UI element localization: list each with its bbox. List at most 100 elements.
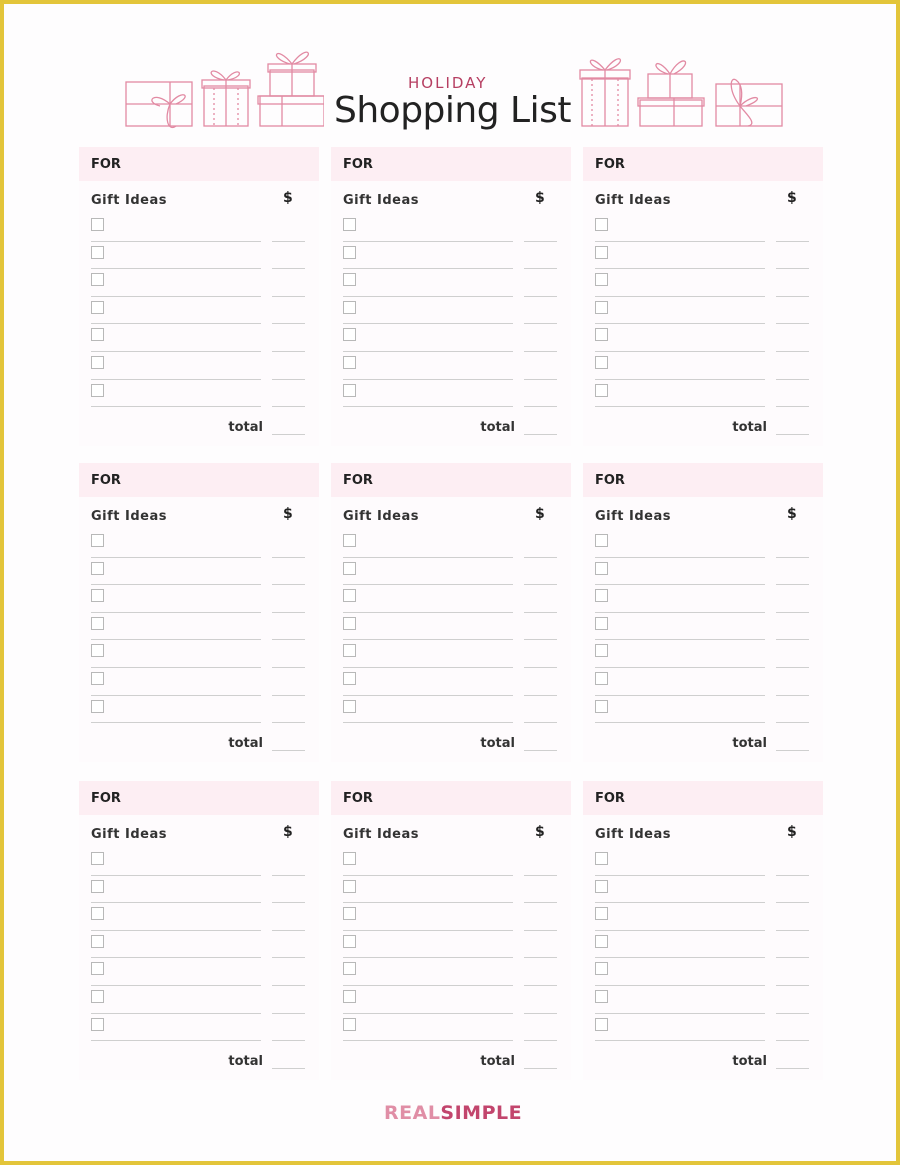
- total-line[interactable]: [524, 1068, 557, 1070]
- gift-idea-line[interactable]: [595, 323, 765, 325]
- gift-idea-line[interactable]: [91, 929, 261, 931]
- gift-checkbox[interactable]: [343, 245, 356, 259]
- gift-idea-line[interactable]: [343, 1040, 513, 1042]
- price-line[interactable]: [272, 666, 305, 668]
- gift-checkbox[interactable]: [343, 962, 356, 976]
- total-line[interactable]: [776, 750, 809, 752]
- gift-checkbox[interactable]: [91, 273, 104, 287]
- gift-idea-line[interactable]: [91, 406, 261, 408]
- gift-idea-line[interactable]: [343, 902, 513, 904]
- gift-idea-line[interactable]: [343, 929, 513, 931]
- price-line[interactable]: [776, 406, 809, 408]
- price-line[interactable]: [524, 722, 557, 724]
- gift-checkbox[interactable]: [91, 328, 104, 342]
- total-line[interactable]: [524, 750, 557, 752]
- price-line[interactable]: [272, 722, 305, 724]
- gift-checkbox[interactable]: [91, 671, 104, 685]
- gift-checkbox[interactable]: [343, 300, 356, 314]
- price-line[interactable]: [272, 323, 305, 325]
- gift-idea-line[interactable]: [343, 295, 513, 297]
- gift-checkbox[interactable]: [91, 852, 104, 865]
- price-line[interactable]: [272, 957, 305, 959]
- gift-checkbox[interactable]: [595, 355, 608, 369]
- price-line[interactable]: [272, 1040, 305, 1042]
- gift-idea-line[interactable]: [595, 957, 765, 959]
- gift-checkbox[interactable]: [595, 218, 608, 231]
- gift-checkbox[interactable]: [343, 355, 356, 369]
- gift-checkbox[interactable]: [595, 589, 608, 603]
- price-line[interactable]: [524, 556, 557, 558]
- gift-idea-line[interactable]: [343, 984, 513, 986]
- gift-checkbox[interactable]: [343, 907, 356, 921]
- gift-idea-line[interactable]: [343, 240, 513, 242]
- gift-idea-line[interactable]: [595, 406, 765, 408]
- price-line[interactable]: [776, 1040, 809, 1042]
- gift-idea-line[interactable]: [91, 323, 261, 325]
- price-line[interactable]: [524, 240, 557, 242]
- gift-checkbox[interactable]: [343, 1017, 356, 1031]
- gift-checkbox[interactable]: [595, 879, 608, 893]
- gift-checkbox[interactable]: [91, 616, 104, 630]
- price-line[interactable]: [524, 666, 557, 668]
- gift-idea-line[interactable]: [91, 240, 261, 242]
- gift-checkbox[interactable]: [343, 589, 356, 603]
- price-line[interactable]: [524, 584, 557, 586]
- gift-checkbox[interactable]: [91, 1017, 104, 1031]
- gift-idea-line[interactable]: [595, 378, 765, 380]
- gift-checkbox[interactable]: [595, 962, 608, 976]
- gift-idea-line[interactable]: [343, 666, 513, 668]
- price-line[interactable]: [776, 929, 809, 931]
- gift-idea-line[interactable]: [343, 611, 513, 613]
- gift-idea-line[interactable]: [343, 406, 513, 408]
- price-line[interactable]: [272, 406, 305, 408]
- gift-idea-line[interactable]: [595, 295, 765, 297]
- gift-checkbox[interactable]: [343, 671, 356, 685]
- for-recipient-field[interactable]: FOR: [583, 463, 823, 497]
- gift-idea-line[interactable]: [343, 1012, 513, 1014]
- price-line[interactable]: [524, 350, 557, 352]
- gift-checkbox[interactable]: [595, 383, 608, 397]
- price-line[interactable]: [524, 378, 557, 380]
- gift-checkbox[interactable]: [91, 534, 104, 547]
- gift-checkbox[interactable]: [343, 383, 356, 397]
- gift-checkbox[interactable]: [595, 273, 608, 287]
- price-line[interactable]: [776, 957, 809, 959]
- price-line[interactable]: [776, 874, 809, 876]
- price-line[interactable]: [776, 350, 809, 352]
- gift-idea-line[interactable]: [91, 957, 261, 959]
- gift-checkbox[interactable]: [595, 561, 608, 575]
- gift-idea-line[interactable]: [595, 639, 765, 641]
- price-line[interactable]: [776, 984, 809, 986]
- gift-checkbox[interactable]: [91, 245, 104, 259]
- gift-idea-line[interactable]: [91, 1012, 261, 1014]
- price-line[interactable]: [272, 556, 305, 558]
- for-recipient-field[interactable]: FOR: [331, 463, 571, 497]
- price-line[interactable]: [776, 722, 809, 724]
- gift-idea-line[interactable]: [91, 556, 261, 558]
- gift-idea-line[interactable]: [91, 1040, 261, 1042]
- gift-idea-line[interactable]: [595, 350, 765, 352]
- price-line[interactable]: [776, 694, 809, 696]
- gift-checkbox[interactable]: [595, 644, 608, 658]
- gift-idea-line[interactable]: [343, 350, 513, 352]
- price-line[interactable]: [524, 268, 557, 270]
- gift-checkbox[interactable]: [91, 589, 104, 603]
- gift-checkbox[interactable]: [595, 616, 608, 630]
- price-line[interactable]: [776, 611, 809, 613]
- for-recipient-field[interactable]: FOR: [583, 781, 823, 815]
- gift-checkbox[interactable]: [343, 644, 356, 658]
- price-line[interactable]: [272, 350, 305, 352]
- price-line[interactable]: [272, 1012, 305, 1014]
- price-line[interactable]: [524, 295, 557, 297]
- for-recipient-field[interactable]: FOR: [583, 147, 823, 181]
- price-line[interactable]: [776, 295, 809, 297]
- total-line[interactable]: [776, 434, 809, 436]
- gift-checkbox[interactable]: [91, 644, 104, 658]
- price-line[interactable]: [776, 584, 809, 586]
- gift-idea-line[interactable]: [343, 694, 513, 696]
- for-recipient-field[interactable]: FOR: [79, 781, 319, 815]
- gift-checkbox[interactable]: [343, 616, 356, 630]
- gift-checkbox[interactable]: [343, 328, 356, 342]
- gift-idea-line[interactable]: [343, 268, 513, 270]
- price-line[interactable]: [524, 902, 557, 904]
